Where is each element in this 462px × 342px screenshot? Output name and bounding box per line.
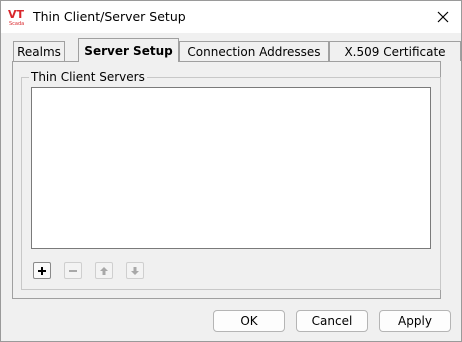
window-title: Thin Client/Server Setup — [33, 9, 186, 24]
add-server-button[interactable] — [33, 262, 51, 279]
arrow-down-icon — [131, 266, 139, 275]
tab-x509-certificate[interactable]: X.509 Certificate — [329, 41, 461, 61]
arrow-up-icon — [100, 266, 108, 275]
group-label: Thin Client Servers — [29, 70, 147, 84]
tab-label: X.509 Certificate — [344, 44, 446, 59]
remove-server-button[interactable] — [64, 262, 82, 279]
cancel-button[interactable]: Cancel — [296, 310, 368, 332]
tab-label: Realms — [17, 44, 61, 59]
logo-subtext: Scada — [9, 21, 24, 27]
move-down-button[interactable] — [126, 262, 144, 279]
ok-label: OK — [240, 314, 258, 328]
close-button[interactable] — [431, 5, 455, 29]
apply-label: Apply — [398, 314, 432, 328]
tab-label: Connection Addresses — [187, 44, 321, 59]
close-icon — [437, 11, 449, 23]
ok-button[interactable]: OK — [213, 310, 285, 332]
plus-icon — [38, 266, 46, 275]
logo-text: VT — [8, 8, 25, 21]
tab-realms[interactable]: Realms — [13, 41, 65, 61]
thin-client-servers-list[interactable] — [31, 87, 431, 249]
tab-label: Server Setup — [84, 43, 173, 58]
title-bar[interactable]: VT Scada Thin Client/Server Setup — [1, 1, 461, 33]
cancel-label: Cancel — [311, 314, 353, 328]
move-up-button[interactable] — [95, 262, 113, 279]
minus-icon — [69, 269, 77, 272]
tab-server-setup[interactable]: Server Setup — [78, 38, 179, 62]
tab-connection-addresses[interactable]: Connection Addresses — [179, 41, 329, 61]
apply-button[interactable]: Apply — [379, 310, 451, 332]
vtscada-logo-icon: VT Scada — [8, 7, 26, 27]
